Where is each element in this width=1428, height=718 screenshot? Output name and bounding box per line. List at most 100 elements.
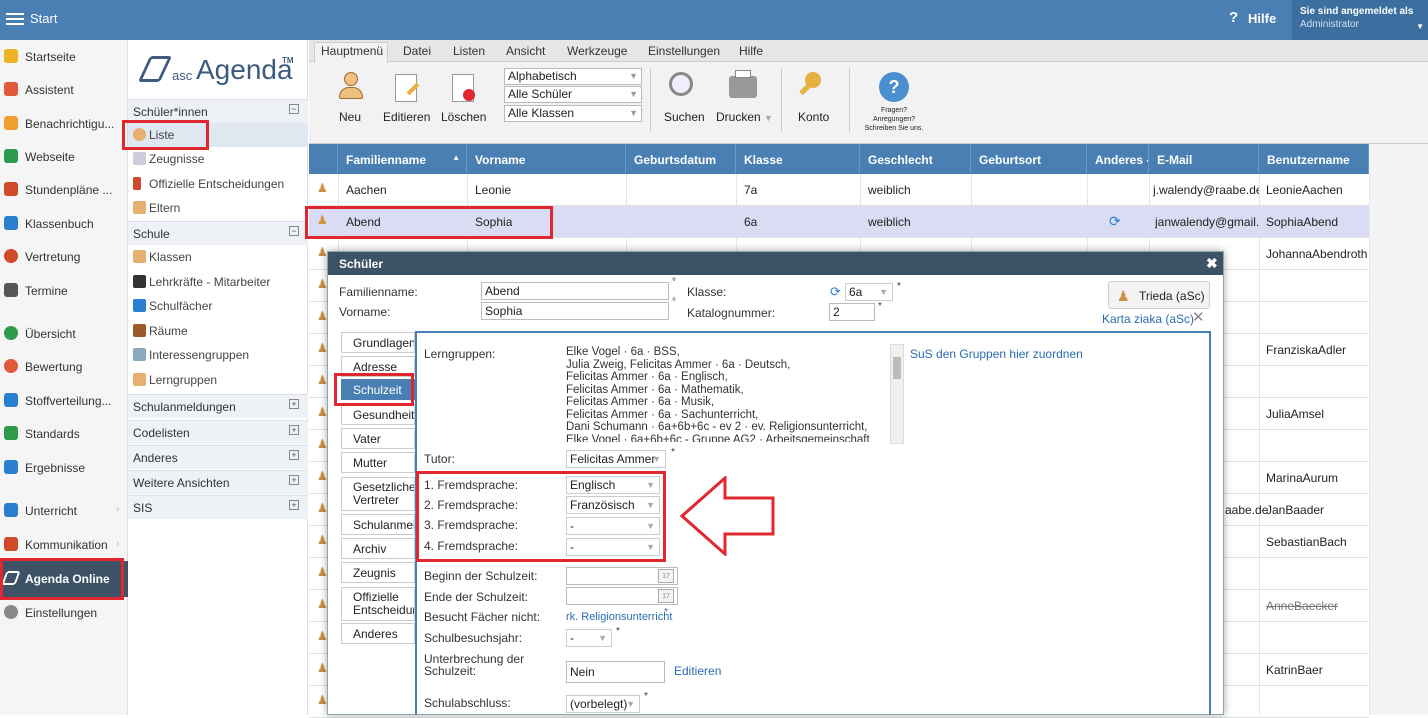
- search-icon[interactable]: [669, 72, 693, 96]
- karta-ziaka-link[interactable]: Karta ziaka (aSc): [1102, 312, 1194, 326]
- tab-werkzeuge[interactable]: Werkzeuge: [567, 44, 627, 58]
- header-geburtsdatum[interactable]: Geburtsdatum: [626, 144, 736, 174]
- tab-archiv[interactable]: Archiv: [341, 538, 415, 559]
- nav-startseite[interactable]: Startseite: [0, 44, 128, 72]
- edit-button[interactable]: Editieren: [383, 110, 430, 124]
- section-codelisten[interactable]: Codelisten +: [128, 420, 308, 444]
- tutor-select[interactable]: Felicitas Ammer ▼: [566, 450, 666, 468]
- nav-stoffverteilung[interactable]: Stoffverteilung...: [0, 388, 128, 416]
- tab-datei[interactable]: Datei: [403, 44, 431, 58]
- help-link[interactable]: Hilfe: [1248, 11, 1276, 26]
- nav-assistent[interactable]: Assistent: [0, 77, 128, 105]
- katalognummer-input[interactable]: 2: [829, 303, 875, 321]
- tab-gesetzlicher-vertreter[interactable]: Gesetzlicher Vertreter: [341, 477, 415, 511]
- schulbesuchsjahr-select[interactable]: - ▼: [566, 629, 612, 647]
- table-row[interactable]: ♟ Aachen Leonie 7a weiblich j.walendy@ra…: [309, 174, 1369, 206]
- vorname-input[interactable]: Sophia: [481, 302, 669, 320]
- schulabschluss-select[interactable]: (vorbelegt) ▼: [566, 695, 640, 713]
- nav-vertretung[interactable]: Vertretung: [0, 244, 128, 272]
- tab-schulanmeldung[interactable]: Schulanmeld: [341, 514, 415, 535]
- calendar-icon[interactable]: 17: [658, 589, 674, 603]
- class-filter-combo[interactable]: Alle Klassen ▼: [504, 105, 642, 122]
- collapse-icon[interactable]: −: [289, 104, 299, 114]
- sub-lehrkraefte[interactable]: Lehrkräfte - Mitarbeiter: [128, 270, 308, 294]
- tab-einstellungen[interactable]: Einstellungen: [648, 44, 720, 58]
- expand-icon[interactable]: +: [289, 425, 299, 435]
- tab-listen[interactable]: Listen: [453, 44, 485, 58]
- dialog-titlebar[interactable]: Schüler ✖: [328, 252, 1223, 275]
- sub-eltern[interactable]: Eltern: [128, 196, 308, 220]
- header-geschlecht[interactable]: Geschlecht: [860, 144, 971, 174]
- sub-interessengruppen[interactable]: Interessengruppen: [128, 343, 308, 367]
- search-button[interactable]: Suchen: [664, 110, 705, 124]
- nav-bewertung[interactable]: Bewertung: [0, 354, 128, 382]
- nav-termine[interactable]: Termine: [0, 278, 128, 306]
- sub-raeume[interactable]: Räume: [128, 319, 308, 343]
- expand-icon[interactable]: +: [289, 500, 299, 510]
- lerngruppen-scrollbar[interactable]: [890, 344, 904, 444]
- sus-zuordnen-link[interactable]: SuS den Gruppen hier zuordnen: [910, 347, 1083, 361]
- delete-icon[interactable]: [452, 74, 475, 102]
- tab-offizielle-entscheidungen[interactable]: Offizielle Entscheidun: [341, 587, 415, 621]
- header-geburtsort[interactable]: Geburtsort: [971, 144, 1087, 174]
- besucht-faecher-link[interactable]: rk. Religionsunterricht: [566, 611, 672, 623]
- expand-icon[interactable]: +: [289, 475, 299, 485]
- calendar-icon[interactable]: 17: [658, 569, 674, 583]
- edit-icon[interactable]: [395, 74, 420, 102]
- section-schule[interactable]: Schule −: [128, 221, 308, 245]
- printer-icon[interactable]: [729, 70, 757, 98]
- start-link[interactable]: Start: [30, 11, 57, 26]
- tab-hauptmenue[interactable]: Hauptmenü: [321, 44, 383, 58]
- tab-gesundheit[interactable]: Gesundheit: [341, 404, 415, 425]
- close-icon[interactable]: ✖: [1206, 255, 1218, 272]
- sort-combo[interactable]: Alphabetisch ▼: [504, 68, 642, 85]
- header-vorname[interactable]: Vorname: [467, 144, 626, 174]
- key-icon[interactable]: [797, 72, 823, 100]
- nav-kommunikation[interactable]: Kommunikation ›: [0, 532, 128, 560]
- sub-schulfaecher[interactable]: Schulfächer: [128, 294, 308, 318]
- nav-stundenplaene[interactable]: Stundenpläne ...: [0, 177, 128, 205]
- delete-button[interactable]: Löschen: [441, 110, 486, 124]
- header-klasse[interactable]: Klasse: [736, 144, 860, 174]
- student-filter-combo[interactable]: Alle Schüler ▼: [504, 86, 642, 103]
- question-icon[interactable]: ?: [879, 72, 909, 102]
- nav-webseite[interactable]: Webseite: [0, 144, 128, 172]
- tab-hilfe[interactable]: Hilfe: [739, 44, 763, 58]
- ende-schulzeit-input[interactable]: 17: [566, 587, 678, 605]
- tab-zeugnis[interactable]: Zeugnis: [341, 562, 415, 583]
- familienname-input[interactable]: Abend: [481, 282, 669, 300]
- unterbrechung-input[interactable]: Nein: [566, 661, 665, 683]
- user-menu[interactable]: Sie sind angemeldet als Administrator ▼: [1292, 0, 1428, 40]
- account-button[interactable]: Konto: [798, 110, 829, 124]
- help-icon[interactable]: ?: [1229, 9, 1238, 26]
- nav-uebersicht[interactable]: Übersicht: [0, 321, 128, 349]
- sub-klassen[interactable]: Klassen: [128, 245, 308, 269]
- beginn-schulzeit-input[interactable]: 17: [566, 567, 678, 585]
- trieda-button[interactable]: ♟ Trieda (aSc): [1108, 281, 1210, 309]
- tab-grundlagen[interactable]: Grundlagen: [341, 332, 415, 353]
- nav-benachrichtigungen[interactable]: Benachrichtigu...: [0, 111, 128, 139]
- nav-ergebnisse[interactable]: Ergebnisse: [0, 455, 128, 483]
- sub-zeugnisse[interactable]: Zeugnisse: [128, 147, 308, 171]
- tab-mutter[interactable]: Mutter: [341, 452, 415, 473]
- chevron-down-icon[interactable]: ▼: [764, 113, 773, 123]
- section-anderes[interactable]: Anderes +: [128, 445, 308, 469]
- section-schulanmeldungen[interactable]: Schulanmeldungen +: [128, 394, 308, 418]
- tab-vater[interactable]: Vater: [341, 428, 415, 449]
- collapse-icon[interactable]: −: [289, 226, 299, 236]
- nav-klassenbuch[interactable]: Klassenbuch: [0, 211, 128, 239]
- new-button[interactable]: Neu: [339, 110, 361, 124]
- new-student-icon[interactable]: [337, 72, 365, 102]
- feedback-button[interactable]: Fragen? Anregungen? Schreiben Sie uns.: [857, 106, 931, 133]
- tab-ansicht[interactable]: Ansicht: [506, 44, 545, 58]
- klasse-select[interactable]: 6a ▼: [845, 283, 893, 301]
- nav-unterricht[interactable]: Unterricht ›: [0, 498, 128, 526]
- section-weitere[interactable]: Weitere Ansichten +: [128, 470, 308, 494]
- sync-icon[interactable]: ⟳: [830, 284, 841, 300]
- header-benutzername[interactable]: Benutzername: [1259, 144, 1369, 174]
- nav-standards[interactable]: Standards: [0, 421, 128, 449]
- header-familienname[interactable]: Familienname ▲: [338, 144, 467, 174]
- unterbrechung-edit-link[interactable]: Editieren: [674, 664, 721, 678]
- expand-icon[interactable]: +: [289, 450, 299, 460]
- tools-icon[interactable]: ✕: [1192, 308, 1205, 326]
